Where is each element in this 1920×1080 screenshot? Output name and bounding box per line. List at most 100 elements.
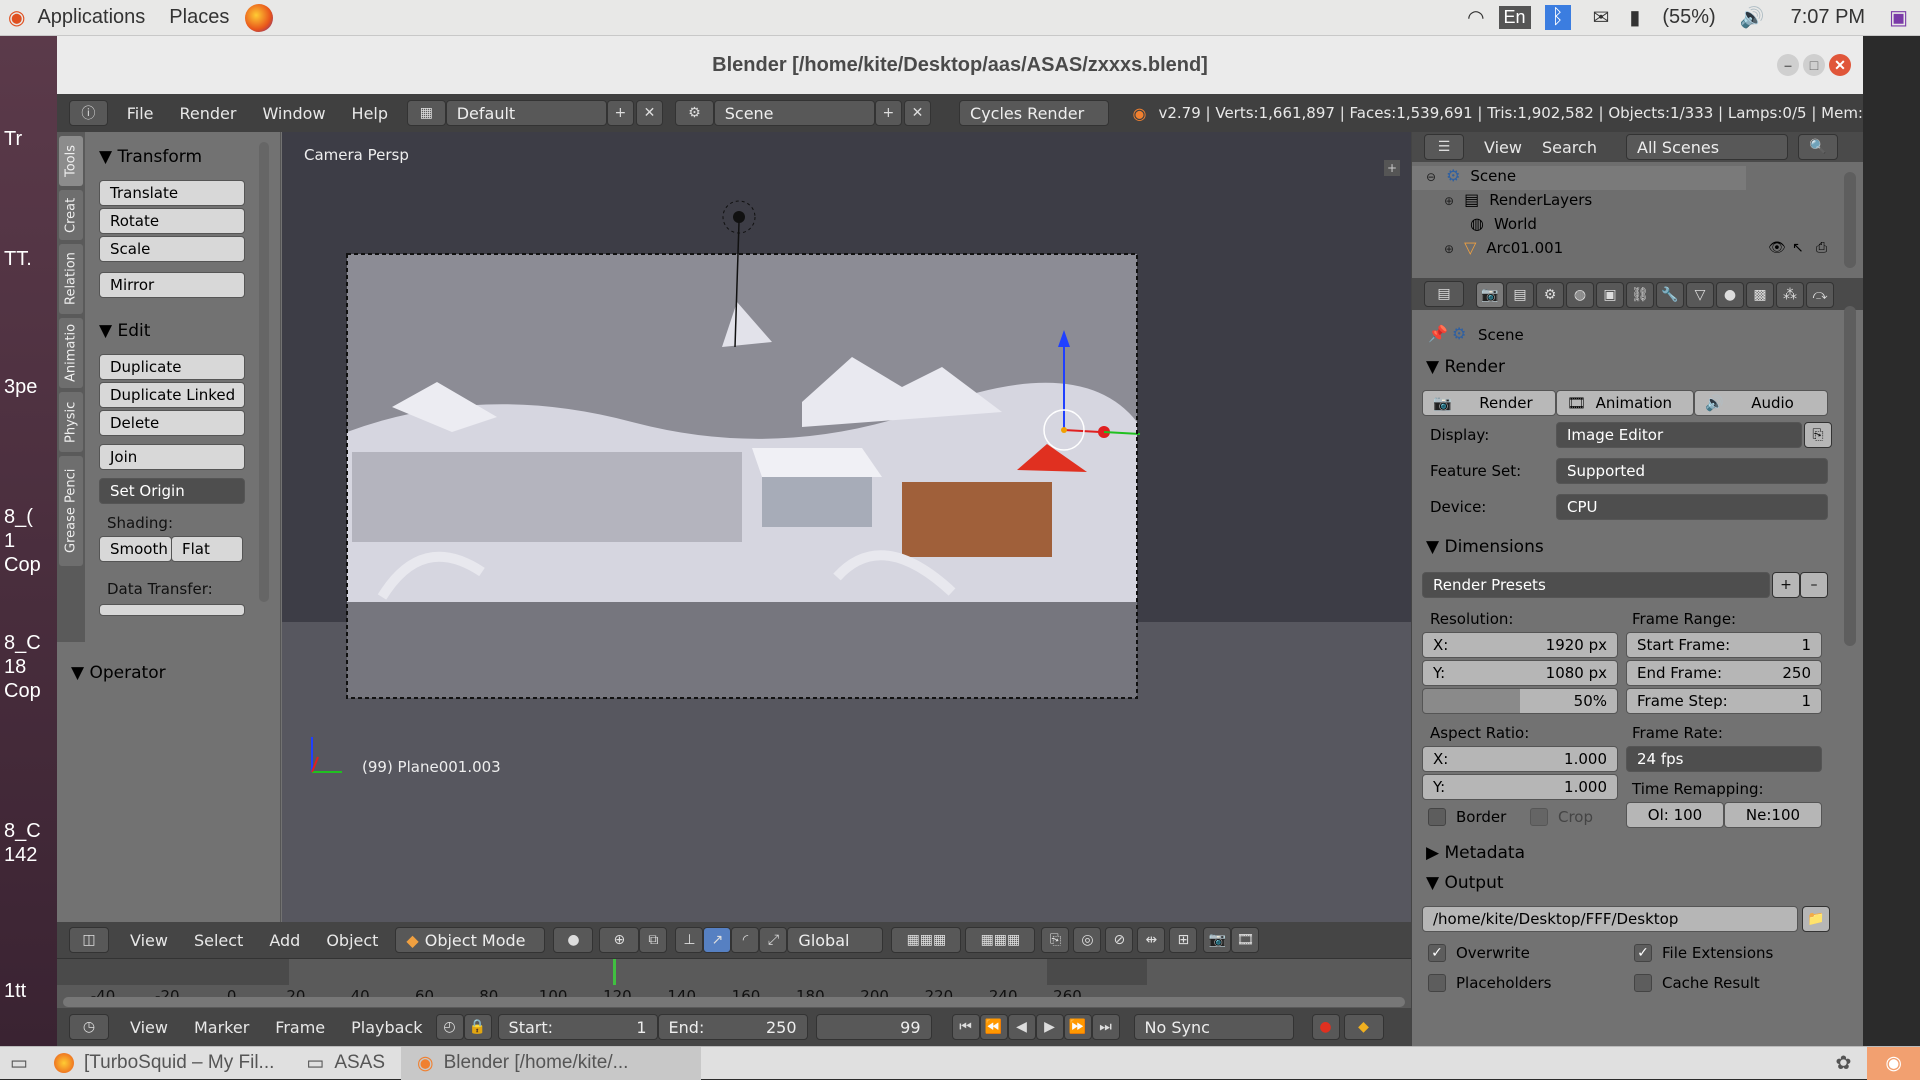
- help-menu[interactable]: Help: [339, 104, 401, 123]
- outliner-editor-type-icon[interactable]: ☰: [1424, 134, 1464, 160]
- outliner-row-arc[interactable]: ⊕ ▽ Arc01.001: [1412, 238, 1746, 262]
- layout-browse-icon[interactable]: ▦: [407, 100, 446, 126]
- maximize-button[interactable]: □: [1803, 54, 1825, 76]
- firefox-icon[interactable]: [245, 3, 274, 32]
- audio-button[interactable]: 🔊 Audio: [1694, 390, 1828, 416]
- snap-target-icon[interactable]: ⊞: [1169, 927, 1198, 953]
- dimensions-panel-header[interactable]: ▼ Dimensions: [1426, 534, 1544, 560]
- snap-toggle-icon[interactable]: ⊘: [1105, 927, 1134, 953]
- object-menu[interactable]: Object: [313, 931, 391, 950]
- shading-mode-icon[interactable]: ●: [553, 927, 594, 953]
- start-frame-field[interactable]: Start: 1: [497, 1014, 658, 1040]
- close-button[interactable]: ✕: [1829, 54, 1851, 76]
- proportional-edit-icon[interactable]: ◎: [1073, 927, 1102, 953]
- record-icon[interactable]: ●: [1311, 1014, 1340, 1040]
- cache-result-checkbox[interactable]: [1634, 974, 1652, 992]
- orientation-dropdown[interactable]: Global: [787, 927, 884, 953]
- crop-checkbox[interactable]: [1530, 808, 1548, 826]
- layout-name-field[interactable]: Default: [445, 100, 607, 126]
- taskbar-item-folder[interactable]: ▭ ASAS: [290, 1047, 401, 1080]
- current-frame-indicator[interactable]: [612, 959, 616, 985]
- output-path-field[interactable]: /home/kite/Desktop/FFF/Desktop: [1422, 906, 1798, 932]
- layer-lock-icon[interactable]: ⎘: [1041, 927, 1070, 953]
- playback-menu[interactable]: Playback: [338, 1018, 435, 1037]
- operator-panel-header[interactable]: ▼ Operator: [71, 660, 166, 686]
- manipulator-icon[interactable]: ⊥: [675, 927, 704, 953]
- current-frame-field[interactable]: 99: [815, 1014, 932, 1040]
- properties-scrollbar[interactable]: [1844, 306, 1856, 646]
- outliner-search-menu[interactable]: Search: [1542, 138, 1597, 157]
- workspace-switcher-icon[interactable]: ✿: [1819, 1047, 1867, 1080]
- add-scene-icon[interactable]: +: [874, 100, 902, 126]
- outliner-search-icon[interactable]: 🔍: [1798, 134, 1838, 160]
- overwrite-checkbox[interactable]: ✓: [1428, 944, 1446, 962]
- start-frame-field[interactable]: Start Frame: 1: [1626, 632, 1822, 658]
- snap-element-icon[interactable]: ⇹: [1137, 927, 1166, 953]
- layer-buttons-2[interactable]: ▦▦▦: [965, 927, 1036, 953]
- mirror-button[interactable]: Mirror: [99, 272, 245, 298]
- layer-buttons-1[interactable]: ▦▦▦: [891, 927, 962, 953]
- bluetooth-icon[interactable]: ᛒ: [1544, 5, 1571, 30]
- outliner-view-menu[interactable]: View: [1484, 138, 1522, 157]
- transform-panel-header[interactable]: ▼ Transform: [99, 144, 202, 170]
- play-reverse-icon[interactable]: ◀: [1007, 1014, 1036, 1040]
- desktop-label[interactable]: Cop: [4, 680, 41, 703]
- constraints-tab-icon[interactable]: ⛓: [1626, 282, 1654, 308]
- render-panel-header[interactable]: ▼ Render: [1426, 354, 1505, 380]
- placeholders-checkbox[interactable]: [1428, 974, 1446, 992]
- mode-dropdown[interactable]: ◆ Object Mode: [395, 927, 546, 953]
- desktop-label[interactable]: 8_C: [4, 820, 41, 843]
- metadata-panel-header[interactable]: ▶ Metadata: [1426, 840, 1525, 866]
- desktop-label[interactable]: 1: [4, 530, 15, 553]
- frame-menu[interactable]: Frame: [262, 1018, 338, 1037]
- outliner-row-scene[interactable]: ⊖ ⚙ Scene: [1412, 166, 1746, 190]
- scale-button[interactable]: Scale: [99, 236, 245, 262]
- scene-browse-icon[interactable]: ⚙: [675, 100, 714, 126]
- rotate-manipulator-icon[interactable]: ◜: [731, 927, 760, 953]
- show-desktop-icon[interactable]: ▭: [0, 1047, 38, 1080]
- info-editor-type-icon[interactable]: ⓘ: [69, 100, 108, 126]
- desktop-label[interactable]: Tr: [4, 128, 22, 151]
- outliner-filter-dropdown[interactable]: All Scenes: [1626, 134, 1788, 160]
- visibility-eye-icon[interactable]: 👁: [1768, 240, 1786, 256]
- tab-grease-pencil[interactable]: Grease Penci: [59, 456, 83, 566]
- rotate-button[interactable]: Rotate: [99, 208, 245, 234]
- render-layers-tab-icon[interactable]: ▤: [1506, 282, 1534, 308]
- add-preset-icon[interactable]: +: [1772, 572, 1800, 598]
- display-dropdown[interactable]: Image Editor: [1556, 422, 1802, 448]
- world-tab-icon[interactable]: ◍: [1566, 282, 1594, 308]
- border-checkbox[interactable]: [1428, 808, 1446, 826]
- data-transfer-buttons[interactable]: [99, 604, 245, 616]
- desktop-label[interactable]: Cop: [4, 554, 41, 577]
- select-menu[interactable]: Select: [181, 931, 256, 950]
- session-icon[interactable]: ▣: [1877, 5, 1920, 30]
- keyboard-layout-indicator[interactable]: En: [1498, 6, 1531, 29]
- desktop-label[interactable]: 1tt: [4, 980, 26, 1003]
- timeline-view-menu[interactable]: View: [117, 1018, 181, 1037]
- desktop-label[interactable]: 18: [4, 656, 26, 679]
- jump-keyframe-forward-icon[interactable]: ⏩: [1063, 1014, 1092, 1040]
- render-presets-dropdown[interactable]: Render Presets: [1422, 572, 1770, 598]
- tab-relations[interactable]: Relation: [59, 244, 83, 314]
- physics-tab-icon[interactable]: ⤼: [1806, 282, 1834, 308]
- battery-icon[interactable]: ▮: [1617, 5, 1652, 30]
- mail-icon[interactable]: ✉: [1585, 5, 1618, 30]
- outliner-row-renderlayers[interactable]: ⊕ ▤ RenderLayers: [1412, 190, 1746, 214]
- clock[interactable]: 7:07 PM: [1779, 6, 1877, 29]
- set-origin-dropdown[interactable]: Set Origin: [99, 478, 245, 504]
- lock-icon[interactable]: 🔒: [463, 1014, 492, 1040]
- renderable-camera-icon[interactable]: ⎙: [1816, 240, 1827, 256]
- animation-button[interactable]: 🎞 Animation: [1556, 390, 1694, 416]
- jump-end-icon[interactable]: ⏭: [1091, 1014, 1120, 1040]
- keying-set-icon[interactable]: ◆: [1343, 1014, 1384, 1040]
- opengl-animation-icon[interactable]: 🎞: [1231, 927, 1260, 953]
- tab-physics[interactable]: Physic: [59, 392, 83, 452]
- properties-toggle-icon[interactable]: +: [1384, 160, 1400, 176]
- editor-type-icon[interactable]: ◫: [69, 927, 109, 953]
- timeline-editor[interactable]: -40 -20 0 20 40 60 80 100 120 140 160 180 200 220 240 2…: [57, 958, 1411, 1008]
- desktop-label[interactable]: TT.: [4, 248, 32, 271]
- add-layout-icon[interactable]: +: [606, 100, 634, 126]
- translate-button[interactable]: Translate: [99, 180, 245, 206]
- folder-browse-icon[interactable]: 📁: [1802, 906, 1830, 932]
- manipulator-toggle-icon[interactable]: ⧉: [639, 927, 668, 953]
